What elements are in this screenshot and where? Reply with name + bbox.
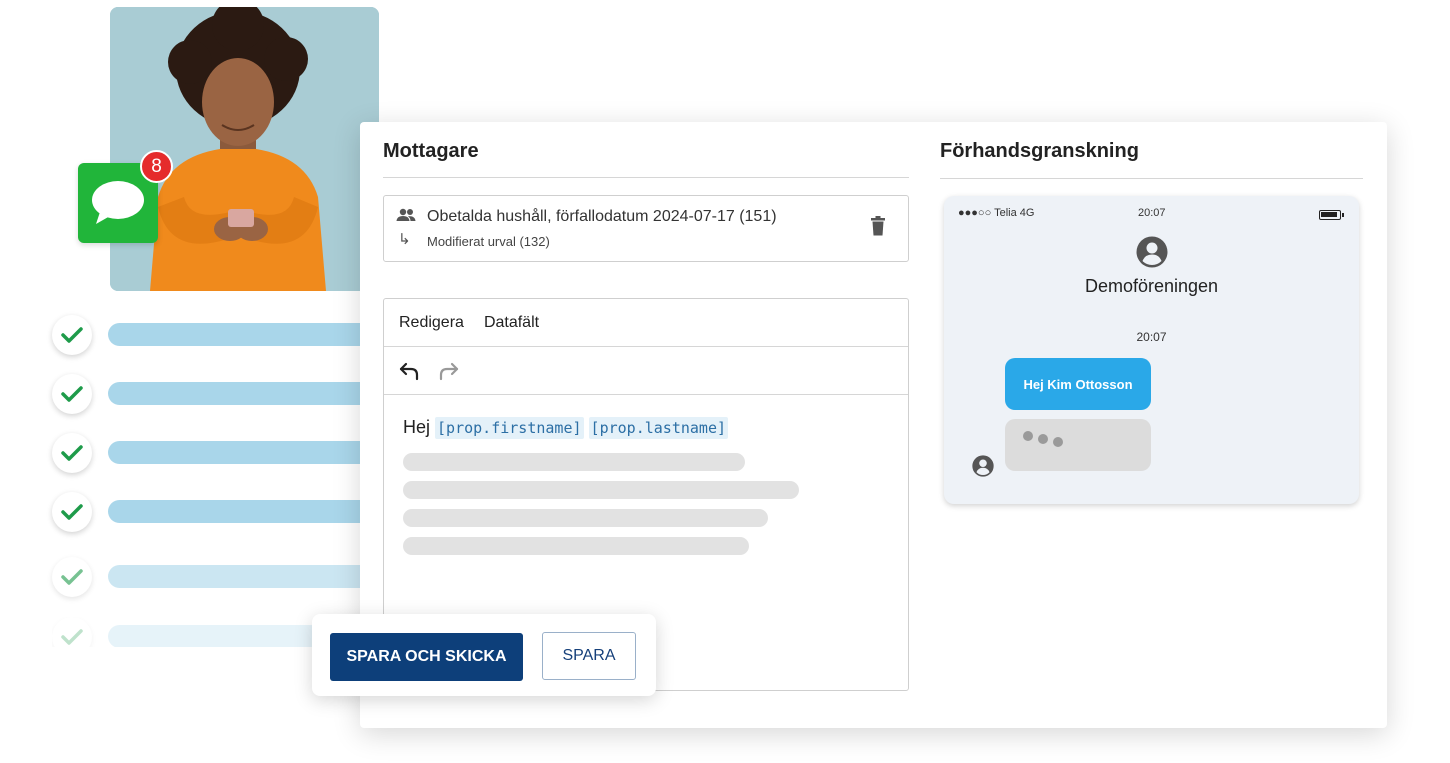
account-circle-icon — [1136, 236, 1168, 273]
carrier-status: ●●●○○ Telia 4G — [958, 207, 1035, 219]
text-placeholder — [403, 509, 768, 527]
account-circle-icon — [972, 455, 994, 482]
typing-indicator — [1005, 419, 1151, 471]
person-illustration — [110, 7, 379, 291]
field-firstname[interactable]: [prop.firstname] — [435, 417, 584, 439]
editor-toolbar — [384, 347, 908, 395]
placeholder-bar — [108, 323, 378, 346]
preview-heading: Förhandsgranskning — [940, 140, 1139, 162]
recipient-selection[interactable]: Obetalda hushåll, förfallodatum 2024-07-… — [383, 195, 909, 262]
sender-name: Demoföreningen — [1084, 276, 1219, 296]
typing-dot — [1053, 437, 1063, 447]
group-icon — [396, 208, 416, 227]
phone-preview: ●●●○○ Telia 4G 20:07 Demoföreningen 20:0… — [944, 196, 1359, 504]
undo-icon[interactable] — [398, 361, 420, 381]
modified-selection: Modifierat urval (132) — [427, 234, 550, 249]
placeholder-bar — [108, 441, 378, 464]
trash-icon[interactable] — [870, 216, 886, 241]
check-icon — [52, 433, 92, 473]
placeholder-bar — [108, 565, 378, 588]
text-placeholder — [403, 537, 749, 555]
list-item — [52, 492, 378, 532]
placeholder-bar — [108, 382, 378, 405]
message-line: Hej [prop.firstname] [prop.lastname] — [403, 417, 889, 439]
placeholder-bar — [108, 500, 378, 523]
text-placeholder — [403, 453, 745, 471]
list-item — [52, 374, 378, 414]
list-item — [52, 557, 378, 597]
message-bubble: Hej Kim Ottosson — [1005, 358, 1151, 410]
text-placeholder — [403, 481, 799, 499]
list-item — [52, 433, 378, 473]
divider — [383, 177, 909, 178]
selection-name: Obetalda hushåll, förfallodatum 2024-07-… — [427, 208, 777, 225]
notification-badge: 8 — [140, 150, 173, 183]
divider — [940, 178, 1363, 179]
check-icon — [52, 557, 92, 597]
typing-dot — [1038, 434, 1048, 444]
check-icon — [52, 492, 92, 532]
typing-dot — [1023, 431, 1033, 441]
greeting-text: Hej — [403, 417, 431, 437]
save-and-send-button[interactable]: SPARA OCH SKICKA — [330, 633, 523, 681]
list-item — [52, 315, 378, 355]
subdirectory-arrow-icon: ↳ — [398, 231, 411, 248]
redo-icon[interactable] — [438, 361, 460, 381]
check-icon — [52, 315, 92, 355]
tab-redigera[interactable]: Redigera — [399, 314, 464, 332]
editor-tabs: Redigera Datafält — [384, 299, 908, 347]
editor-content[interactable]: Hej [prop.firstname] [prop.lastname] — [384, 395, 908, 555]
recipients-heading: Mottagare — [383, 140, 479, 162]
message-time: 20:07 — [1136, 330, 1167, 344]
field-lastname[interactable]: [prop.lastname] — [588, 417, 729, 439]
action-bar: SPARA OCH SKICKA SPARA — [312, 614, 656, 696]
status-time: 20:07 — [1138, 207, 1166, 219]
chat-bubble-icon — [92, 181, 144, 224]
check-icon — [52, 617, 92, 647]
person-photo — [110, 7, 379, 291]
tab-datafalt[interactable]: Datafält — [484, 314, 539, 332]
check-icon — [52, 374, 92, 414]
battery-icon — [1319, 210, 1344, 220]
save-button[interactable]: SPARA — [542, 632, 636, 680]
